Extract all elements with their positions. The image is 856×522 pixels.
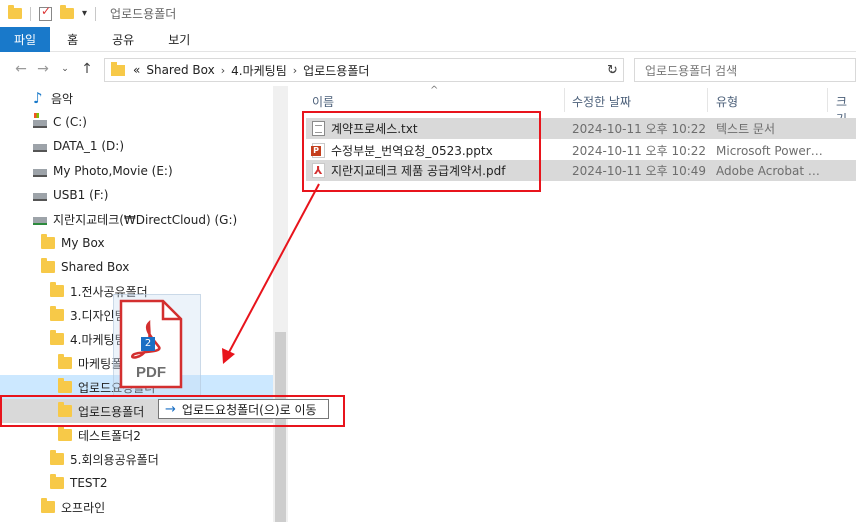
folder-icon <box>50 450 64 465</box>
new-folder-icon[interactable] <box>60 5 74 19</box>
annotation-arrow <box>222 183 320 364</box>
refresh-icon[interactable]: ↻ <box>602 58 624 82</box>
folder-icon <box>41 258 55 273</box>
folder-icon <box>50 306 64 321</box>
column-headers: ^ 이름 수정한 날짜 유형 크기 <box>288 85 856 126</box>
forward-arrow-icon[interactable]: → <box>32 61 54 77</box>
file-list-pane[interactable]: ^ 이름 수정한 날짜 유형 크기 계약프로세스.txt 2024-10-11 … <box>288 85 856 522</box>
nav-item-offline[interactable]: 오프라인 <box>0 495 273 519</box>
folder-icon <box>111 61 125 76</box>
column-divider[interactable] <box>707 88 708 112</box>
address-row: ← → ⌄ ↑ « Shared Box › 4.마케팅팀 › 업로드용폴더 ⌄… <box>0 52 856 86</box>
nav-item-drive-d[interactable]: DATA_1 (D:) <box>0 134 273 158</box>
back-arrow-icon[interactable]: ← <box>10 61 32 77</box>
drag-count-badge: 2 <box>141 337 155 351</box>
network-drive-icon <box>33 216 47 225</box>
folder-icon <box>50 474 64 489</box>
folder-icon <box>41 234 55 249</box>
file-row[interactable]: 수정부분_번역요청_0523.pptx 2024-10-11 오후 10:22 … <box>306 140 856 161</box>
search-input[interactable]: 업로드용폴더 검색 <box>634 58 856 82</box>
search-placeholder: 업로드용폴더 검색 <box>645 63 738 78</box>
move-tooltip: → 업로드요청폴더(으)로 이동 <box>158 399 329 419</box>
ribbon-tabs: 파일 홈 공유 보기 <box>0 27 856 52</box>
chevron-down-icon[interactable]: ▾ <box>82 8 87 19</box>
column-modified[interactable]: 수정한 날짜 <box>572 93 631 110</box>
properties-icon[interactable] <box>39 4 52 21</box>
folder-icon <box>58 378 72 393</box>
folder-icon <box>58 426 72 441</box>
tab-share[interactable]: 공유 <box>95 27 151 52</box>
title-bar: ▾ 업로드용폴더 <box>0 0 856 27</box>
tab-file[interactable]: 파일 <box>0 27 51 52</box>
breadcrumb-overflow[interactable]: « <box>133 63 140 77</box>
column-divider[interactable] <box>564 88 565 112</box>
chevron-right-icon[interactable]: › <box>221 64 225 77</box>
text-file-icon <box>312 121 325 136</box>
folder-icon <box>50 330 64 345</box>
folder-icon <box>8 5 22 19</box>
drive-icon <box>33 168 47 177</box>
system-drive-icon <box>33 112 47 128</box>
divider <box>95 6 97 21</box>
tab-home[interactable]: 홈 <box>50 27 95 52</box>
nav-item-drive-c[interactable]: C (C:) <box>0 110 273 134</box>
up-arrow-icon[interactable]: ↑ <box>76 61 98 77</box>
powerpoint-file-icon <box>311 143 325 158</box>
nav-item-test-folder-2[interactable]: 테스트폴더2 <box>0 423 273 447</box>
tab-view[interactable]: 보기 <box>151 27 207 52</box>
breadcrumb-marketing[interactable]: 4.마케팅팀 <box>231 62 287 79</box>
chevron-right-icon[interactable]: › <box>293 64 297 77</box>
file-row[interactable]: 계약프로세스.txt 2024-10-11 오후 10:22 텍스트 문서 <box>306 118 856 139</box>
move-tooltip-text: 업로드요청폴더(으)로 이동 <box>181 402 317 417</box>
pdf-file-icon <box>312 163 325 178</box>
drive-icon <box>33 143 47 152</box>
divider <box>30 6 31 21</box>
column-type[interactable]: 유형 <box>716 93 738 110</box>
music-icon: ♪ <box>33 89 43 107</box>
arrow-right-icon: → <box>165 401 176 417</box>
nav-item-meeting-share[interactable]: 5.회의용공유폴더 <box>0 447 273 471</box>
folder-icon <box>50 282 64 297</box>
column-name[interactable]: 이름 <box>312 93 334 110</box>
breadcrumb-shared-box[interactable]: Shared Box <box>146 63 214 77</box>
window-title: 업로드용폴더 <box>110 7 177 21</box>
recent-locations-chevron-icon[interactable]: ⌄ <box>54 64 76 74</box>
folder-icon <box>58 354 72 369</box>
breadcrumb-upload-folder[interactable]: 업로드용폴더 <box>303 62 369 79</box>
folder-icon <box>58 402 72 417</box>
drive-icon <box>33 192 47 201</box>
file-row[interactable]: 지란지교테크 제품 공급계약서.pdf 2024-10-11 오후 10:49 … <box>306 160 856 181</box>
nav-item-music[interactable]: ♪ 음악 <box>0 86 273 110</box>
folder-icon <box>41 498 55 513</box>
column-divider[interactable] <box>827 88 828 112</box>
nav-item-test2[interactable]: TEST2 <box>0 471 273 495</box>
address-bar[interactable]: « Shared Box › 4.마케팅팀 › 업로드용폴더 ⌄ <box>104 58 624 82</box>
drag-label: PDF <box>136 364 166 381</box>
sort-ascending-icon: ^ <box>430 85 439 96</box>
